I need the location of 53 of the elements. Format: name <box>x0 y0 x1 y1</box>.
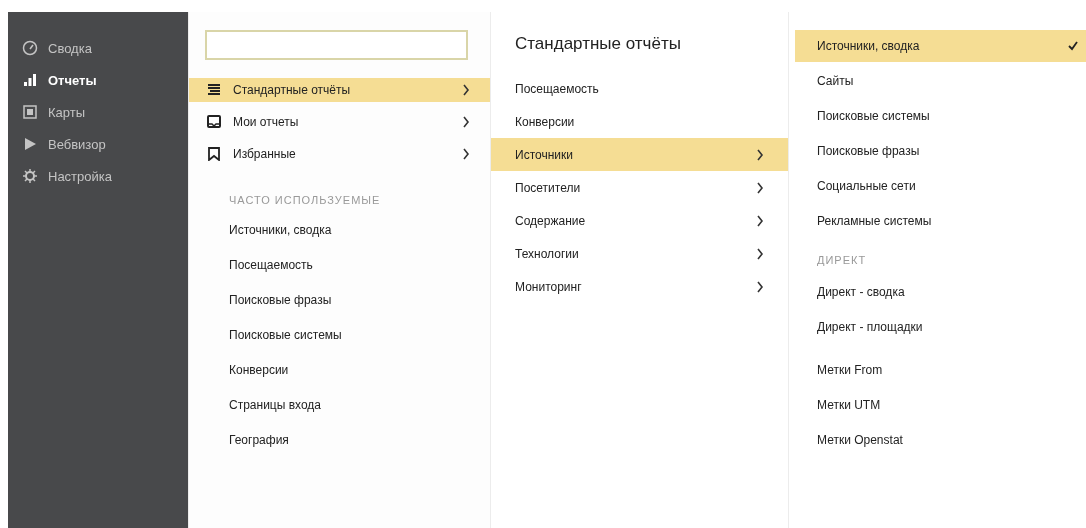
report-item[interactable]: Социальные сети <box>795 170 1086 202</box>
bookmark-icon <box>207 147 221 161</box>
chevron-icon <box>756 148 764 161</box>
bar-chart-icon <box>22 72 38 88</box>
checkmark-icon <box>1068 41 1078 51</box>
report-category[interactable]: Содержание <box>491 204 788 237</box>
sidebar-item[interactable]: Настройка <box>8 160 188 192</box>
report-link[interactable]: Источники, сводка <box>189 212 490 247</box>
sidebar-item[interactable]: Сводка <box>8 32 188 64</box>
section-heading: ДИРЕКТ <box>816 254 868 266</box>
report-category[interactable]: Технологии <box>491 237 788 270</box>
report-item[interactable]: Сайты <box>795 65 1086 97</box>
report-category[interactable]: Мониторинг <box>491 270 788 303</box>
sidebar-item[interactable]: Вебвизор <box>8 128 188 160</box>
report-link[interactable]: Посещаемость <box>189 247 490 282</box>
report-category[interactable]: Посещаемость <box>491 72 788 105</box>
report-link[interactable]: Страницы входа <box>189 387 490 422</box>
inbox-icon <box>207 115 221 129</box>
report-link[interactable]: География <box>189 422 490 457</box>
settings-icon <box>22 168 38 184</box>
report-link[interactable]: Поисковые фразы <box>189 282 490 317</box>
chevron-icon <box>462 84 470 96</box>
report-item[interactable]: Метки UTM <box>795 389 1086 421</box>
menu-item[interactable]: Избранные <box>189 142 490 166</box>
chevron-icon <box>756 181 764 194</box>
report-item[interactable]: Метки From <box>795 354 1086 386</box>
report-item[interactable]: Директ - площадки <box>795 311 1086 343</box>
chevron-icon <box>462 148 470 160</box>
report-item[interactable]: Рекламные системы <box>795 205 1086 237</box>
report-link[interactable]: Поисковые системы <box>189 317 490 352</box>
report-item[interactable]: Метки Openstat <box>795 424 1086 456</box>
chevron-icon <box>462 116 470 128</box>
report-category[interactable]: Источники <box>491 138 788 171</box>
sidebar-item[interactable]: Отчеты <box>8 64 188 96</box>
menu-item[interactable]: Стандартные отчёты <box>189 78 490 102</box>
report-category[interactable]: Конверсии <box>491 105 788 138</box>
report-item[interactable]: Директ - сводка <box>795 276 1086 308</box>
search-field[interactable] <box>205 30 468 60</box>
stack-icon <box>207 83 221 97</box>
gauge-icon <box>22 40 38 56</box>
chevron-icon <box>756 247 764 260</box>
section-heading: ЧАСТО ИСПОЛЬЗУЕМЫЕ <box>228 194 382 206</box>
report-item[interactable]: Поисковые фразы <box>795 135 1086 167</box>
panel-title: Стандартные отчёты <box>514 34 682 54</box>
chevron-icon <box>756 214 764 227</box>
report-item[interactable]: Источники, сводка <box>795 30 1086 62</box>
report-link[interactable]: Конверсии <box>189 352 490 387</box>
sidebar-item[interactable]: Карты <box>8 96 188 128</box>
chevron-icon <box>756 280 764 293</box>
menu-item[interactable]: Мои отчеты <box>189 110 490 134</box>
report-category[interactable]: Посетители <box>491 171 788 204</box>
play-icon <box>22 136 38 152</box>
report-item[interactable]: Поисковые системы <box>795 100 1086 132</box>
